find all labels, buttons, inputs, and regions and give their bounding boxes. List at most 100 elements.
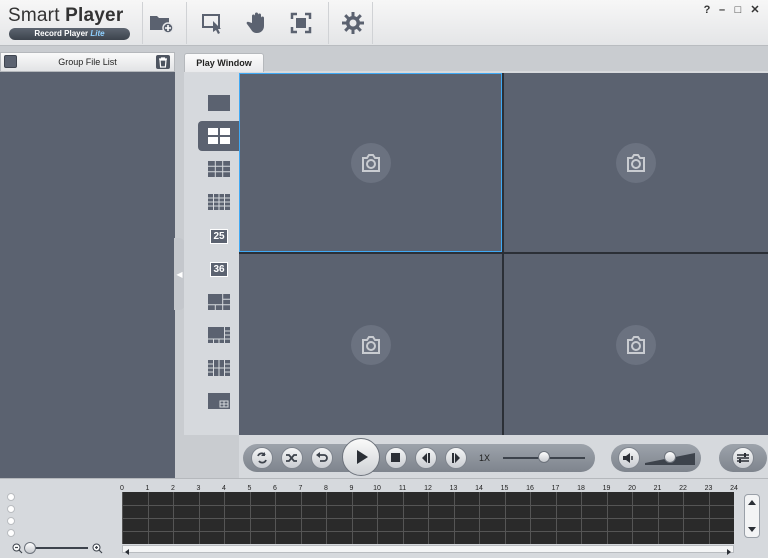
zoom-slider-track[interactable] <box>28 547 88 549</box>
layout-13-icon <box>208 360 230 376</box>
timeline-horizontal-scroll[interactable] <box>122 545 734 555</box>
play-button[interactable] <box>342 438 380 476</box>
folder-add-icon <box>150 16 174 34</box>
group-file-panel: Group File List <box>0 52 175 478</box>
hour-tick-label: 18 <box>577 485 585 492</box>
layout-6-button[interactable] <box>198 287 240 317</box>
layout-16-button[interactable] <box>198 187 240 217</box>
hour-tick-label: 23 <box>704 485 713 492</box>
reverse-play-button[interactable] <box>311 447 333 469</box>
maximize-button[interactable]: □ <box>731 3 745 17</box>
zoom-slider-thumb[interactable] <box>24 542 36 554</box>
stop-icon <box>391 453 400 462</box>
tab-play-window[interactable]: Play Window <box>184 53 264 72</box>
camera-icon <box>350 324 391 365</box>
timeline-vertical-scroll[interactable] <box>744 494 760 538</box>
minimize-button[interactable]: – <box>715 3 729 17</box>
help-button[interactable]: ? <box>700 3 714 17</box>
channel-dot[interactable] <box>7 517 15 525</box>
channel-dot[interactable] <box>7 505 15 513</box>
layout-pip-button[interactable] <box>198 386 240 416</box>
hour-tick-label: 20 <box>628 485 636 492</box>
video-pane-2[interactable] <box>504 73 768 252</box>
fullscreen-button[interactable] <box>286 8 316 38</box>
hour-tick-label: 7 <box>298 485 303 492</box>
hour-tick-label: 24 <box>730 485 738 492</box>
layout-16-icon <box>208 194 230 210</box>
layout-4-icon <box>208 128 230 144</box>
layout-13-button[interactable] <box>198 353 240 383</box>
camera-icon <box>616 142 656 183</box>
mute-button[interactable] <box>618 447 640 469</box>
layout-25-label: 25 <box>210 228 228 244</box>
group-file-title: Group File List <box>58 57 117 67</box>
title-bar: Smart Player Record Player Lite ? – □ ✕ <box>0 0 768 46</box>
image-adjust-button[interactable] <box>732 447 754 469</box>
window-select-button[interactable] <box>198 8 228 38</box>
hour-tick-label: 6 <box>273 485 277 492</box>
zoom-out-icon[interactable] <box>12 543 23 554</box>
hour-tick-label: 10 <box>373 485 381 492</box>
channel-dot[interactable] <box>7 493 15 501</box>
hour-tick-label: 15 <box>500 485 509 492</box>
hour-tick-label: 22 <box>679 485 687 492</box>
toolbar-divider <box>186 2 187 44</box>
layout-25-button[interactable]: 25 <box>198 221 240 251</box>
app-subtitle-lite: Lite <box>90 29 105 38</box>
layout-36-button[interactable]: 36 <box>198 254 240 284</box>
layout-selector: 25 36 <box>184 73 240 435</box>
step-back-icon <box>422 453 430 463</box>
timeline-zoom <box>8 541 108 555</box>
delete-button[interactable] <box>156 55 170 69</box>
cursor-window-icon <box>202 14 221 34</box>
loop-icon <box>257 452 267 464</box>
chevron-left-icon: ◀ <box>176 269 183 279</box>
select-all-checkbox[interactable] <box>4 55 17 68</box>
timeline-panel: 0 1 2 3 4 5 6 7 8 9 10 11 12 13 14 15 16 17 18 19 20 21 22 23 24 <box>0 478 768 558</box>
hour-tick-label: 11 <box>398 485 407 492</box>
pan-hand-button[interactable] <box>242 8 272 38</box>
hour-tick-label: 13 <box>449 485 458 492</box>
channel-dot[interactable] <box>7 529 15 537</box>
settings-button[interactable] <box>338 8 368 38</box>
app-subtitle-main: Record Player <box>34 29 89 38</box>
hand-icon <box>246 12 264 33</box>
volume-slider-thumb[interactable] <box>664 451 676 463</box>
toolbar-divider <box>372 2 373 44</box>
group-file-header: Group File List <box>0 52 175 72</box>
loop-button[interactable] <box>251 447 273 469</box>
video-pane-3[interactable] <box>239 254 502 435</box>
layout-36-label: 36 <box>210 261 228 277</box>
trash-icon <box>159 56 167 68</box>
close-button[interactable]: ✕ <box>748 3 762 17</box>
previous-frame-button[interactable] <box>415 447 437 469</box>
hour-tick-label: 14 <box>475 485 483 492</box>
next-frame-button[interactable] <box>445 447 467 469</box>
layout-8-button[interactable] <box>198 320 240 350</box>
playback-controls: 1X <box>239 435 768 478</box>
layout-8-icon <box>208 327 230 343</box>
hour-tick-label: 3 <box>196 485 201 492</box>
timeline-grid[interactable] <box>122 492 734 544</box>
toolbar-divider <box>142 2 143 44</box>
open-folder-button[interactable] <box>146 8 176 38</box>
hour-tick-label: 5 <box>247 485 252 492</box>
hour-tick-label: 12 <box>424 485 432 492</box>
zoom-in-icon[interactable] <box>92 543 103 554</box>
hour-tick-label: 19 <box>602 485 611 492</box>
video-pane-1[interactable] <box>239 73 502 252</box>
layout-4-button[interactable] <box>198 121 240 151</box>
fullscreen-icon <box>290 12 312 34</box>
shuffle-icon <box>286 454 297 462</box>
video-pane-4[interactable] <box>504 254 768 435</box>
hour-tick-label: 8 <box>324 485 328 492</box>
hour-tick-label: 9 <box>349 485 354 492</box>
hour-tick-label: 17 <box>551 485 560 492</box>
speed-slider-thumb[interactable] <box>538 451 550 463</box>
step-forward-icon <box>452 453 460 463</box>
layout-9-button[interactable] <box>198 154 240 184</box>
stop-button[interactable] <box>385 447 407 469</box>
app-title-part2: Player <box>65 5 124 26</box>
sync-play-button[interactable] <box>281 447 303 469</box>
layout-1-button[interactable] <box>198 88 240 118</box>
